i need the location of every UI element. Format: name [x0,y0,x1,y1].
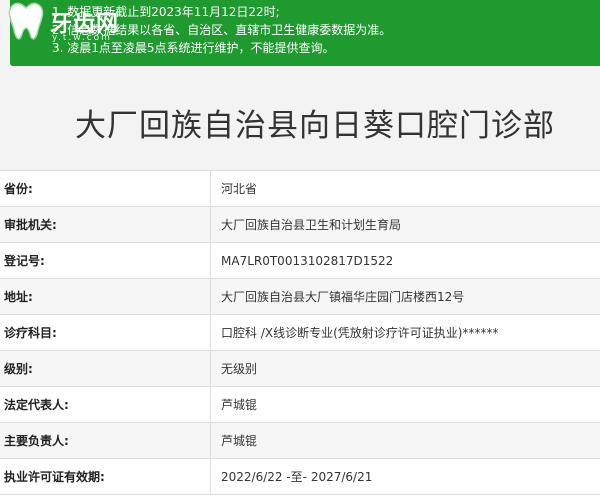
row-value: MA7LR0T0013102817D1522 [221,254,394,268]
table-row-approval-authority: 审批机关: 大厂回族自治县卫生和计划生育局 [0,207,600,243]
logo-url: y.t.w.com [52,33,112,43]
table-row-registration-number: 登记号: MA7LR0T0013102817D1522 [0,243,600,279]
row-label: 登记号: [0,243,211,278]
row-label: 执业许可证有效期: [0,459,211,494]
site-logo[interactable]: 牙齿网 y.t.w.com [0,0,140,46]
row-value: 大厂回族自治县大厂镇福华庄园门店楼西12号 [221,290,465,304]
row-label: 级别: [0,351,211,386]
table-row-license-validity: 执业许可证有效期: 2022/6/22 -至- 2027/6/21 [0,459,600,495]
row-label: 法定代表人: [0,387,211,422]
page-title: 大厂回族自治县向日葵口腔门诊部 [75,108,555,144]
tooth-icon [8,2,44,40]
row-value: 大厂回族自治县卫生和计划生育局 [221,218,402,232]
table-row-departments: 诊疗科目: 口腔科 /X线诊断专业(凭放射诊疗许可证执业)****** [0,315,600,351]
row-label: 地址: [0,279,211,314]
table-row-level: 级别: 无级别 [0,351,600,387]
row-label: 主要负责人: [0,423,211,458]
row-value: 无级别 [221,362,258,376]
row-label: 诊疗科目: [0,315,211,350]
table-row-principal: 主要负责人: 芦城锟 [0,423,600,459]
row-value: 口腔科 /X线诊断专业(凭放射诊疗许可证执业)****** [221,326,499,340]
table-row-address: 地址: 大厂回族自治县大厂镇福华庄园门店楼西12号 [0,279,600,315]
row-value: 河北省 [221,182,258,196]
row-label: 省份: [0,171,211,206]
row-value: 芦城锟 [221,398,258,412]
row-label: 审批机关: [0,207,211,242]
row-value: 芦城锟 [221,434,258,448]
info-table: 省份: 河北省 审批机关: 大厂回族自治县卫生和计划生育局 登记号: MA7LR… [0,170,600,495]
row-value: 2022/6/22 -至- 2027/6/21 [221,470,373,484]
table-row-legal-representative: 法定代表人: 芦城锟 [0,387,600,423]
table-row-province: 省份: 河北省 [0,171,600,207]
